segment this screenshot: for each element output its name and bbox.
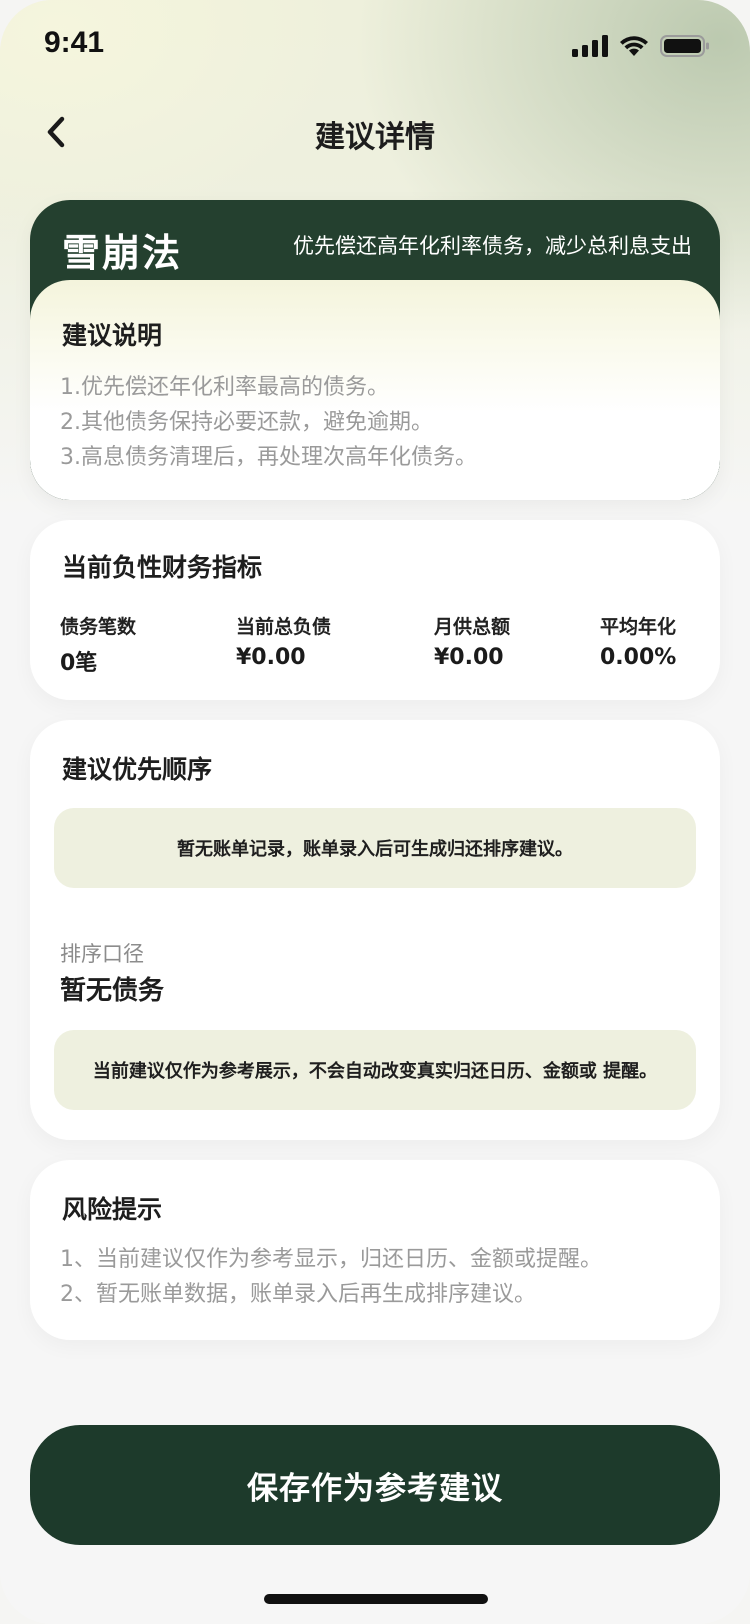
status-bar: 9:41 — [0, 0, 750, 90]
metric-average-apr: 平均年化 0.00% — [600, 612, 676, 670]
nav-bar: 建议详情 — [0, 100, 750, 166]
save-button[interactable]: 保存作为参考建议 — [30, 1425, 720, 1545]
signal-icon — [572, 35, 608, 57]
status-icons — [572, 34, 710, 58]
metric-value: ¥0.00 — [434, 645, 504, 670]
method-explanation: 建议说明 1.优先偿还年化利率最高的债务。 2.其他债务保持必要还款，避免逾期。… — [30, 280, 720, 500]
metric-debt-count: 债务笔数 0笔 — [60, 612, 136, 677]
sort-value: 暂无债务 — [60, 976, 165, 1006]
explain-list: 1.优先偿还年化利率最高的债务。 2.其他债务保持必要还款，避免逾期。 3.高息… — [60, 370, 477, 475]
metric-label: 债务笔数 — [60, 616, 137, 638]
risk-card: 风险提示 1、当前建议仅作为参考显示，归还日历、金额或提醒。 2、暂无账单数据，… — [30, 1160, 720, 1340]
metrics-card: 当前负性财务指标 债务笔数 0笔 当前总负债 ¥0.00 月供总额 ¥0.00 … — [30, 520, 720, 700]
method-description: 优先偿还高年化利率债务，减少总利息支出 — [293, 234, 692, 258]
metric-value: 0.00% — [600, 645, 677, 670]
wifi-icon — [620, 36, 648, 56]
metric-value: 0笔 — [60, 651, 98, 676]
home-indicator — [264, 1594, 488, 1604]
list-item: 3.高息债务清理后，再处理次高年化债务。 — [60, 445, 477, 470]
metric-value: ¥0.00 — [236, 645, 306, 670]
priority-card: 建议优先顺序 暂无账单记录，账单录入后可生成归还排序建议。 排序口径 暂无债务 … — [30, 720, 720, 1140]
metric-label: 月供总额 — [434, 616, 511, 638]
list-item: 2.其他债务保持必要还款，避免逾期。 — [60, 410, 433, 435]
battery-icon — [660, 35, 709, 57]
phone-screen: 9:41 建议详情 雪崩法 优先偿还高年化利率债务，减少总利息支出 建议说明 1… — [0, 0, 750, 1624]
explain-title: 建议说明 — [62, 321, 163, 350]
list-item: 1、当前建议仅作为参考显示，归还日历、金额或提醒。 — [60, 1247, 602, 1272]
priority-title: 建议优先顺序 — [62, 755, 213, 784]
risk-title: 风险提示 — [62, 1195, 163, 1224]
risk-list: 1、当前建议仅作为参考显示，归还日历、金额或提醒。 2、暂无账单数据，账单录入后… — [60, 1242, 602, 1312]
metric-total-debt: 当前总负债 ¥0.00 — [236, 612, 331, 670]
method-card: 雪崩法 优先偿还高年化利率债务，减少总利息支出 建议说明 1.优先偿还年化利率最… — [30, 200, 720, 500]
page-title: 建议详情 — [315, 120, 435, 155]
reference-notice: 当前建议仅作为参考展示，不会自动改变真实归还日历、金额或 提醒。 — [54, 1030, 696, 1110]
metrics-title: 当前负性财务指标 — [62, 553, 263, 582]
method-name: 雪崩法 — [62, 231, 183, 275]
metric-monthly-payment: 月供总额 ¥0.00 — [434, 612, 510, 670]
status-time: 9:41 — [44, 26, 105, 59]
list-item: 2、暂无账单数据，账单录入后再生成排序建议。 — [60, 1282, 536, 1307]
metric-label: 当前总负债 — [236, 616, 332, 638]
metric-label: 平均年化 — [600, 616, 677, 638]
sort-label: 排序口径 — [60, 942, 144, 966]
empty-notice: 暂无账单记录，账单录入后可生成归还排序建议。 — [54, 808, 696, 888]
list-item: 1.优先偿还年化利率最高的债务。 — [60, 375, 389, 400]
